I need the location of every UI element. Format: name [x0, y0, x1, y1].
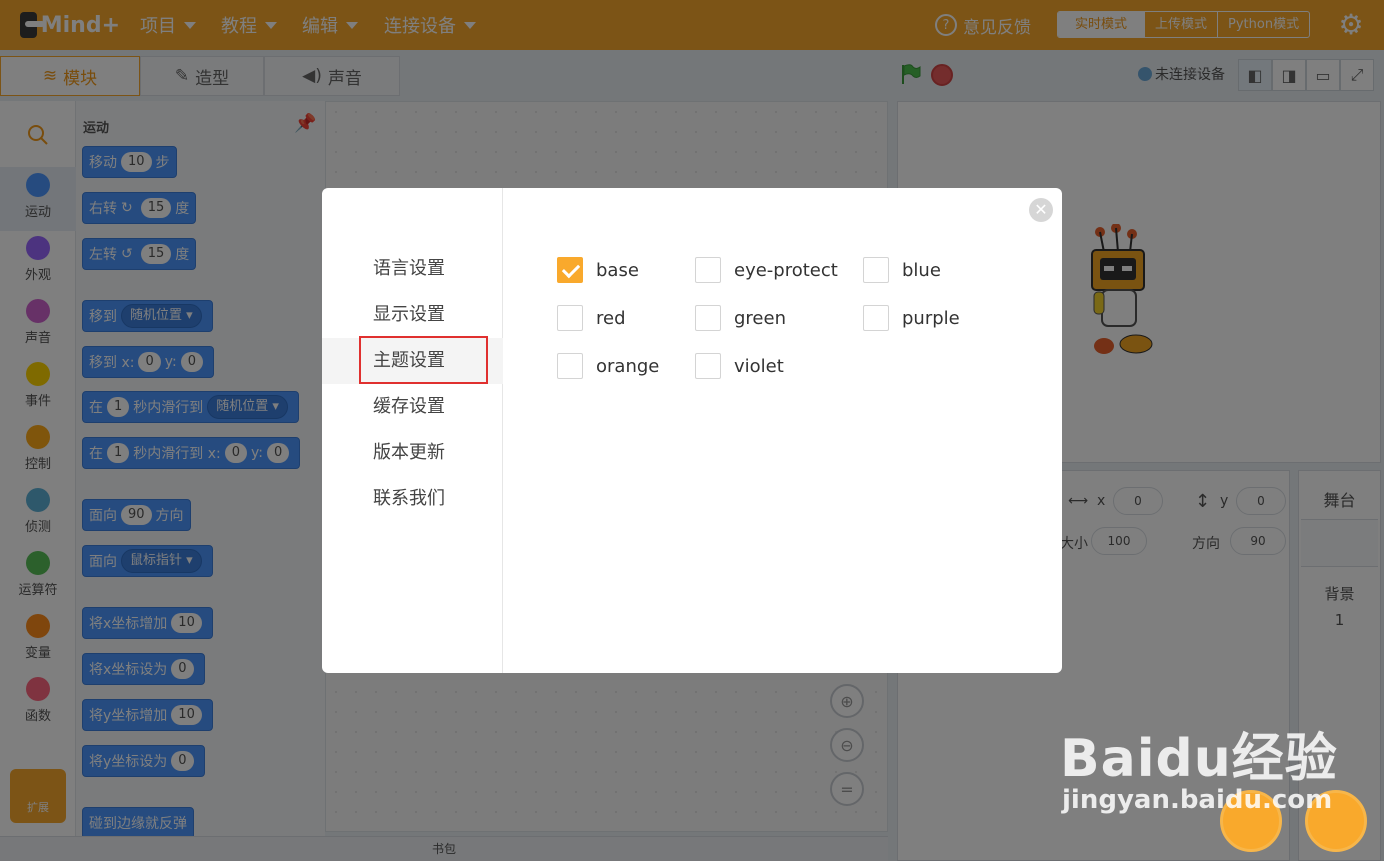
checkbox[interactable]	[695, 353, 721, 379]
theme-option-orange[interactable]: orange	[557, 353, 659, 379]
theme-option-red[interactable]: red	[557, 305, 626, 331]
theme-option-base[interactable]: base	[557, 257, 639, 283]
checkbox[interactable]	[863, 257, 889, 283]
nav-display-settings[interactable]: 显示设置	[322, 292, 503, 338]
highlight-box	[359, 336, 488, 384]
theme-label: red	[596, 307, 626, 329]
checkbox[interactable]	[557, 305, 583, 331]
theme-label: purple	[902, 307, 960, 329]
theme-label: blue	[902, 259, 941, 281]
theme-option-eye-protect[interactable]: eye-protect	[695, 257, 838, 283]
theme-option-green[interactable]: green	[695, 305, 786, 331]
theme-label: violet	[734, 355, 784, 377]
close-icon[interactable]: ✕	[1029, 198, 1053, 222]
checkbox[interactable]	[695, 305, 721, 331]
theme-option-blue[interactable]: blue	[863, 257, 941, 283]
nav-version-update[interactable]: 版本更新	[322, 430, 503, 476]
nav-cache-settings[interactable]: 缓存设置	[322, 384, 503, 430]
theme-label: orange	[596, 355, 660, 377]
watermark-brand: Baidu经验	[1060, 729, 1338, 789]
theme-option-purple[interactable]: purple	[863, 305, 960, 331]
settings-dialog: 语言设置 显示设置 主题设置 缓存设置 版本更新 联系我们 ✕ base eye…	[322, 188, 1062, 673]
checkbox-checked[interactable]	[557, 257, 583, 283]
theme-label: base	[596, 259, 639, 281]
checkbox[interactable]	[695, 257, 721, 283]
nav-contact-us[interactable]: 联系我们	[322, 476, 503, 522]
watermark-url: jingyan.baidu.com	[1062, 785, 1333, 815]
nav-language-settings[interactable]: 语言设置	[322, 246, 503, 292]
baidu-watermark: Baidu经验 jingyan.baidu.com	[1060, 716, 1338, 815]
theme-option-violet[interactable]: violet	[695, 353, 784, 379]
theme-label: green	[734, 307, 786, 329]
checkbox[interactable]	[557, 353, 583, 379]
checkbox[interactable]	[863, 305, 889, 331]
settings-nav: 语言设置 显示设置 主题设置 缓存设置 版本更新 联系我们	[322, 188, 503, 673]
theme-label: eye-protect	[734, 259, 838, 281]
